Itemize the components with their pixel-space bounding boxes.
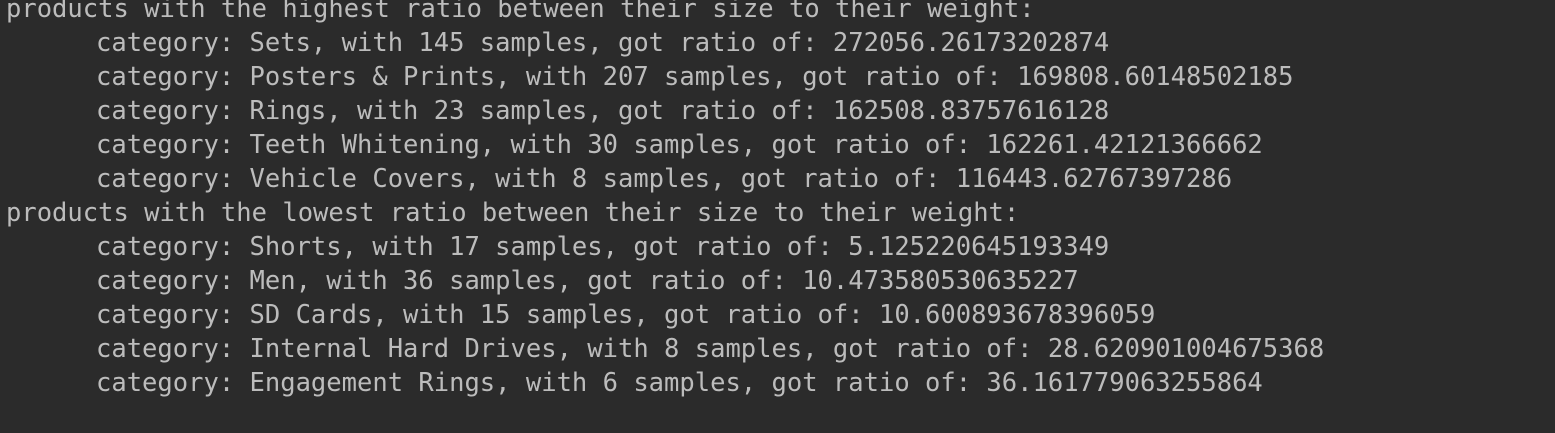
- output-line: category: Sets, with 145 samples, got ra…: [96, 28, 1110, 58]
- highest-ratio-header: products with the highest ratio between …: [6, 0, 1035, 24]
- output-line: category: Posters & Prints, with 207 sam…: [96, 62, 1294, 92]
- output-line: category: SD Cards, with 15 samples, got…: [96, 300, 1156, 330]
- output-line: category: Rings, with 23 samples, got ra…: [96, 96, 1110, 126]
- lowest-ratio-header: products with the lowest ratio between t…: [6, 198, 1020, 228]
- output-line: category: Men, with 36 samples, got rati…: [96, 266, 1079, 296]
- output-line: category: Shorts, with 17 samples, got r…: [96, 232, 1110, 262]
- output-line: category: Internal Hard Drives, with 8 s…: [96, 334, 1325, 364]
- output-line: category: Teeth Whitening, with 30 sampl…: [96, 130, 1263, 160]
- output-line: category: Engagement Rings, with 6 sampl…: [96, 368, 1263, 398]
- output-line: category: Vehicle Covers, with 8 samples…: [96, 164, 1233, 194]
- console-output: products with the highest ratio between …: [0, 0, 1555, 425]
